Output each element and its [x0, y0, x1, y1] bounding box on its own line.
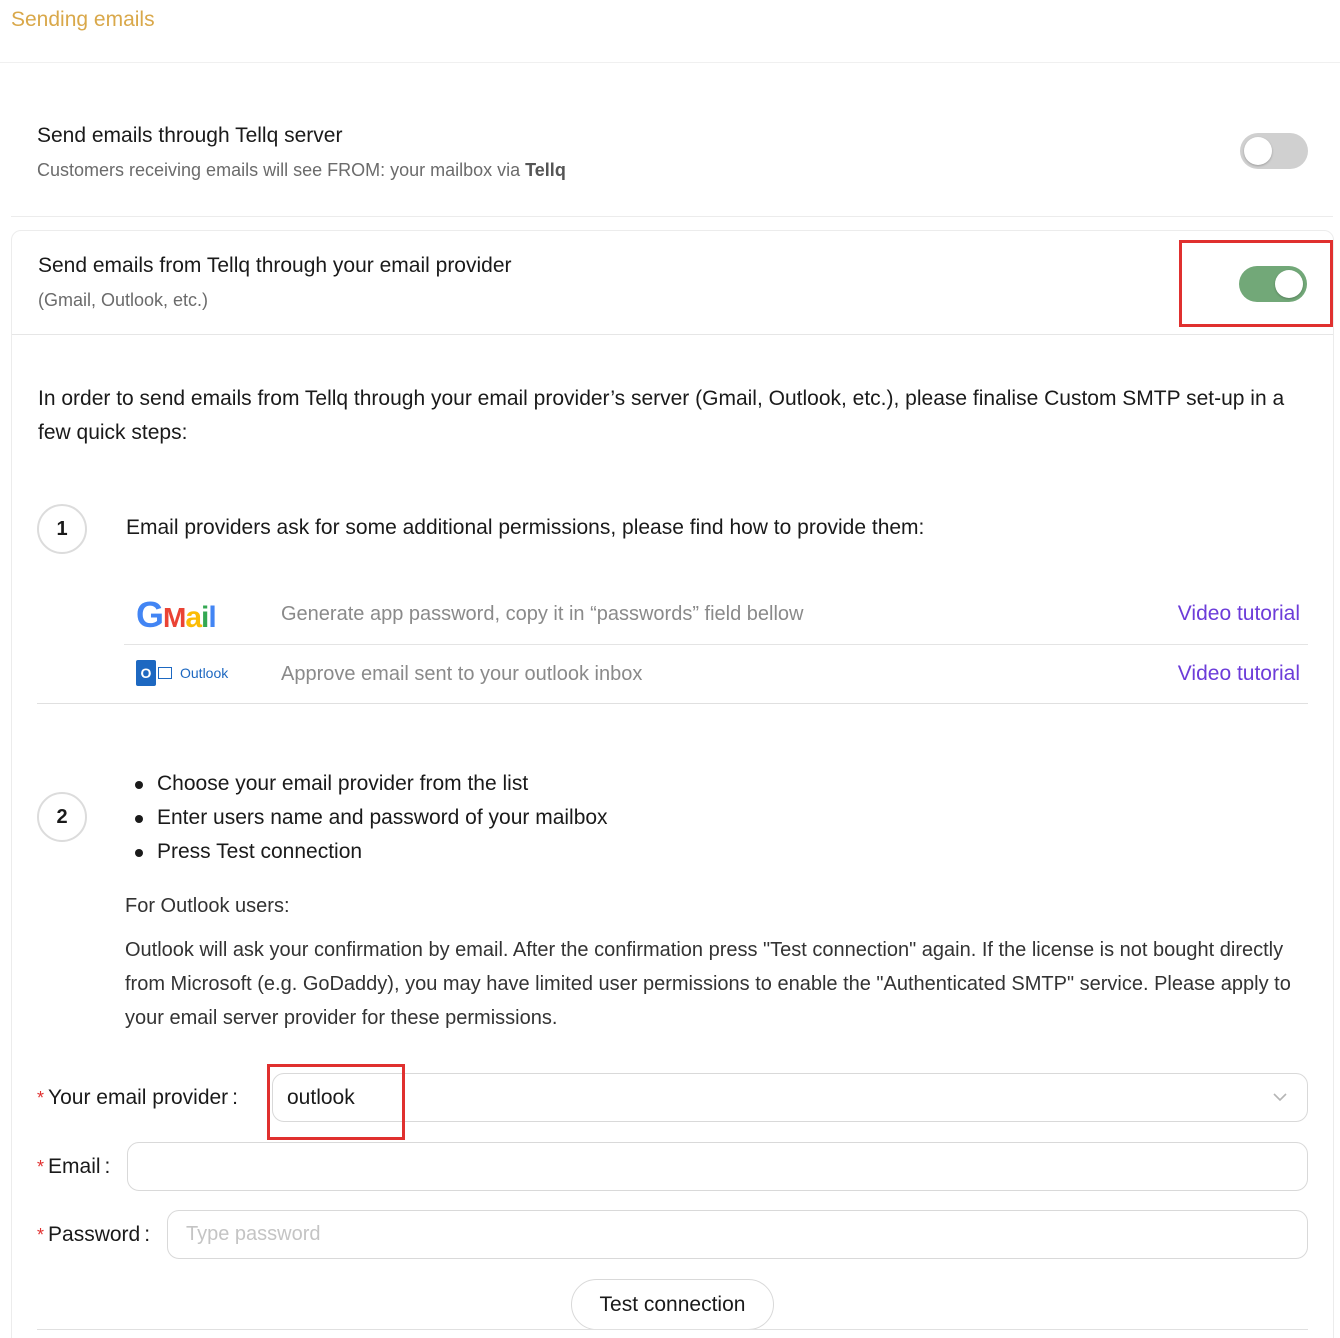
chevron-down-icon: [1273, 1093, 1287, 1102]
password-label: * Password:: [37, 1223, 150, 1247]
required-mark: *: [37, 1088, 45, 1108]
gmail-video-tutorial-link[interactable]: Video tutorial: [1178, 602, 1300, 626]
intro-text: In order to send emails from Tellq throu…: [38, 387, 1285, 444]
outlook-description: Approve email sent to your outlook inbox: [281, 663, 643, 685]
page-title: Sending emails: [11, 8, 155, 31]
gmail-description: Generate app password, copy it in “passw…: [281, 603, 804, 625]
list-item: Press Test connection: [135, 836, 608, 870]
tellq-server-subtitle: Customers receiving emails will see FROM…: [37, 160, 566, 181]
gmail-row: GMail Generate app password, copy it in …: [124, 585, 1308, 645]
label-colon: :: [144, 1223, 151, 1246]
list-item: Choose your email provider from the list: [135, 768, 608, 802]
provider-option-title: Send emails from Tellq through your emai…: [38, 254, 512, 277]
tellq-brand: Tellq: [525, 160, 566, 180]
step-2-badge: 2: [37, 792, 87, 842]
tellq-server-subtitle-text: Customers receiving emails will see FROM…: [37, 160, 526, 180]
required-mark: *: [37, 1225, 45, 1245]
step-1-divider: [37, 703, 1308, 704]
step-1-text: Email providers ask for some additional …: [126, 516, 925, 539]
password-label-text: Password: [48, 1223, 141, 1246]
list-item: Enter users name and password of your ma…: [135, 802, 608, 836]
label-colon: :: [104, 1155, 111, 1178]
highlight-box-provider: [267, 1064, 405, 1140]
bottom-divider: [37, 1329, 1308, 1330]
required-mark: *: [37, 1157, 45, 1177]
toggle-knob: [1244, 137, 1272, 165]
outlook-logo: O Outlook: [136, 660, 228, 686]
tellq-server-toggle[interactable]: [1240, 133, 1308, 169]
outlook-video-tutorial-link[interactable]: Video tutorial: [1178, 662, 1300, 686]
outlook-note-title: For Outlook users:: [125, 895, 290, 917]
highlight-box-toggle: [1179, 240, 1333, 327]
provider-option-subtitle: (Gmail, Outlook, etc.): [38, 290, 209, 310]
provider-label: * Your email provider:: [37, 1086, 238, 1110]
provider-label-text: Your email provider: [48, 1086, 229, 1109]
outlook-logo-text: Outlook: [180, 665, 229, 681]
step-1-badge: 1: [37, 504, 87, 554]
test-connection-button[interactable]: Test connection: [571, 1279, 774, 1330]
email-field-wrapper: [127, 1142, 1308, 1191]
header-divider: [0, 62, 1340, 63]
tellq-server-title: Send emails through Tellq server: [37, 124, 343, 147]
email-label-text: Email: [48, 1155, 101, 1178]
gmail-logo: GMail: [136, 594, 217, 635]
email-label: * Email:: [37, 1155, 110, 1179]
outlook-note: Outlook will ask your confirmation by em…: [125, 939, 1291, 1029]
section-divider: [11, 216, 1333, 217]
password-field[interactable]: [169, 1212, 1306, 1257]
envelope-icon: [158, 667, 172, 679]
provider-select[interactable]: outlook: [272, 1073, 1308, 1122]
outlook-row: O Outlook Approve email sent to your out…: [124, 645, 1308, 705]
step-2-bullets: Choose your email provider from the list…: [135, 768, 608, 870]
label-colon: :: [232, 1086, 239, 1109]
email-field[interactable]: [129, 1144, 1306, 1189]
card-divider: [12, 334, 1333, 335]
password-field-wrapper: [167, 1210, 1308, 1259]
outlook-icon: O: [136, 660, 156, 686]
